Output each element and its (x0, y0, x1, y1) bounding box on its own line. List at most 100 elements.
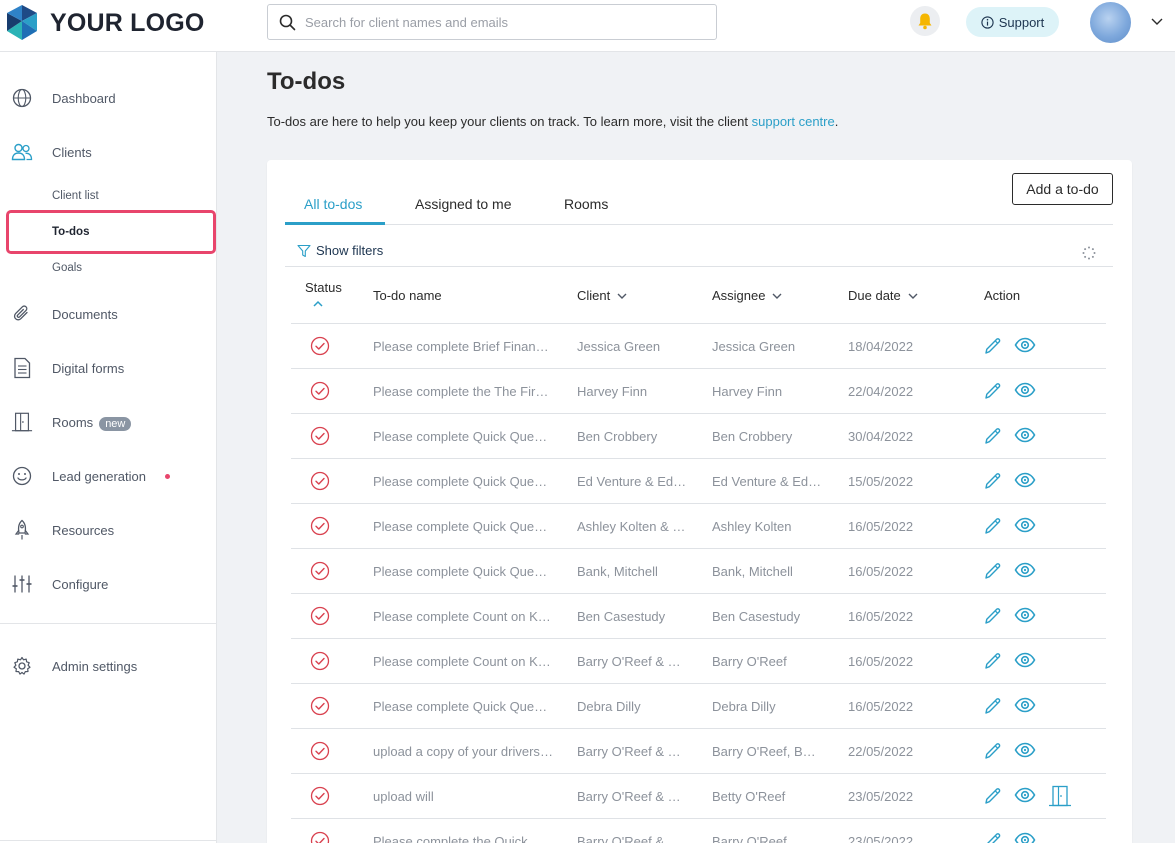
column-action-label: Action (984, 288, 1021, 303)
sidebar-subitem-client-list[interactable]: Client list (52, 190, 99, 202)
eye-icon[interactable] (1014, 472, 1036, 493)
column-due-date-label: Due date (848, 288, 901, 303)
todo-name-cell[interactable]: Please complete Count on Klarity (373, 654, 553, 669)
sidebar-item-resources[interactable]: Resources (0, 510, 216, 550)
pencil-icon[interactable] (983, 786, 1003, 811)
eye-icon[interactable] (1014, 652, 1036, 673)
column-due-date[interactable]: Due date (848, 288, 919, 303)
add-todo-button[interactable]: Add a to-do (1012, 173, 1113, 205)
todo-name-cell[interactable]: Please complete the The Firm Fact Find (373, 384, 553, 399)
eye-icon[interactable] (1014, 832, 1036, 843)
table-row[interactable]: upload a copy of your drivers licence Bar… (291, 729, 1106, 774)
eye-icon[interactable] (1014, 562, 1036, 583)
table-row[interactable]: Please complete Brief Financial Review Je… (291, 324, 1106, 369)
todo-name-cell[interactable]: Please complete Count on Klarity (373, 609, 553, 624)
table-row[interactable]: Please complete the Quick Questionnaire B… (291, 819, 1106, 843)
sidebar-subitem-goals[interactable]: Goals (52, 262, 82, 274)
todo-name-cell[interactable]: Please complete the Quick Questionnaire (373, 834, 553, 843)
pencil-icon[interactable] (983, 426, 1003, 451)
sort-ascending-icon[interactable] (312, 299, 324, 309)
intro-text-body: To-dos are here to help you keep your cl… (267, 114, 752, 129)
pencil-icon[interactable] (983, 651, 1003, 676)
tab-assigned-to-me[interactable]: Assigned to me (415, 196, 512, 212)
status-complete-icon[interactable] (310, 831, 330, 843)
sidebar-item-admin-settings[interactable]: Admin settings (0, 646, 216, 686)
pencil-icon[interactable] (983, 336, 1003, 361)
todo-name-cell[interactable]: Please complete Quick Questionnaire (373, 699, 553, 714)
notifications-button[interactable] (910, 6, 940, 36)
pencil-icon[interactable] (983, 606, 1003, 631)
column-assignee[interactable]: Assignee (712, 288, 783, 303)
sidebar-item-digital-forms[interactable]: Digital forms (0, 348, 216, 388)
sidebar-item-clients[interactable]: Clients (0, 132, 216, 172)
sidebar-item-label: Admin settings (52, 658, 138, 674)
table-row[interactable]: Please complete Quick Questionnaire Ashle… (291, 504, 1106, 549)
sidebar-item-dashboard[interactable]: Dashboard (0, 78, 216, 118)
status-complete-icon[interactable] (310, 426, 330, 451)
column-todo-name[interactable]: To-do name (373, 288, 442, 303)
sidebar-divider (0, 840, 216, 841)
search-input[interactable] (305, 14, 685, 30)
status-complete-icon[interactable] (310, 696, 330, 721)
show-filters-button[interactable]: Show filters (297, 243, 383, 258)
sidebar-item-label: Digital forms (52, 360, 125, 376)
pencil-icon[interactable] (983, 696, 1003, 721)
column-client[interactable]: Client (577, 288, 628, 303)
status-complete-icon[interactable] (310, 471, 330, 496)
table-row[interactable]: Please complete Count on Klarity Barry O'… (291, 639, 1106, 684)
eye-icon[interactable] (1014, 382, 1036, 403)
tab-all-todos[interactable]: All to-dos (304, 196, 362, 212)
todo-name-cell[interactable]: upload will (373, 789, 553, 804)
avatar[interactable] (1090, 2, 1131, 43)
eye-icon[interactable] (1014, 427, 1036, 448)
todo-name-cell[interactable]: Please complete Quick Questionnaire (373, 429, 553, 444)
todo-name-cell[interactable]: Please complete Quick Questionnaire (373, 519, 553, 534)
search-box[interactable] (267, 4, 717, 40)
status-complete-icon[interactable] (310, 336, 330, 361)
chevron-down-icon[interactable] (1150, 14, 1164, 28)
pencil-icon[interactable] (983, 741, 1003, 766)
status-complete-icon[interactable] (310, 606, 330, 631)
sidebar-item-rooms[interactable]: Rooms new (0, 402, 216, 442)
table-row[interactable]: Please complete Count on Klarity Ben Case… (291, 594, 1106, 639)
todo-name-cell[interactable]: Please complete Brief Financial Review (373, 339, 553, 354)
eye-icon[interactable] (1014, 607, 1036, 628)
client-cell: Ben Crobbery (577, 429, 658, 444)
support-button[interactable]: Support (966, 7, 1059, 37)
todo-name-cell[interactable]: upload a copy of your drivers licence (373, 744, 553, 759)
todo-name-cell[interactable]: Please complete Quick Questionnaire (373, 564, 553, 579)
tab-rooms[interactable]: Rooms (564, 196, 608, 212)
status-complete-icon[interactable] (310, 381, 330, 406)
status-complete-icon[interactable] (310, 786, 330, 811)
eye-icon[interactable] (1014, 697, 1036, 718)
status-complete-icon[interactable] (310, 516, 330, 541)
sidebar-item-documents[interactable]: Documents (0, 294, 216, 334)
eye-icon[interactable] (1014, 517, 1036, 538)
room-icon[interactable] (1048, 785, 1072, 812)
logo-mark-icon (7, 5, 37, 40)
table-row[interactable]: Please complete the The Firm Fact Find Ha… (291, 369, 1106, 414)
sidebar-item-configure[interactable]: Configure (0, 564, 216, 604)
support-centre-link[interactable]: support centre (752, 114, 835, 129)
pencil-icon[interactable] (983, 561, 1003, 586)
pencil-icon[interactable] (983, 381, 1003, 406)
table-row[interactable]: Please complete Quick Questionnaire Ben C… (291, 414, 1106, 459)
status-complete-icon[interactable] (310, 561, 330, 586)
pencil-icon[interactable] (983, 831, 1003, 843)
table-row[interactable]: upload will Barry O'Reef & Betty O'Reef Be… (291, 774, 1106, 819)
eye-icon[interactable] (1014, 742, 1036, 763)
sidebar-item-lead-generation[interactable]: Lead generation (0, 456, 216, 496)
eye-icon[interactable] (1014, 337, 1036, 358)
table-row[interactable]: Please complete Quick Questionnaire Ed Ve… (291, 459, 1106, 504)
status-complete-icon[interactable] (310, 651, 330, 676)
pencil-icon[interactable] (983, 471, 1003, 496)
table-row[interactable]: Please complete Quick Questionnaire Bank,… (291, 549, 1106, 594)
client-cell: Ed Venture & Edwina Venture (577, 474, 687, 489)
table-row[interactable]: Please complete Quick Questionnaire Debra… (291, 684, 1106, 729)
pencil-icon[interactable] (983, 516, 1003, 541)
eye-icon[interactable] (1014, 787, 1036, 808)
status-complete-icon[interactable] (310, 741, 330, 766)
todo-name-cell[interactable]: Please complete Quick Questionnaire (373, 474, 553, 489)
column-status[interactable]: Status (305, 280, 342, 295)
logo[interactable]: YOUR LOGO (4, 3, 205, 43)
